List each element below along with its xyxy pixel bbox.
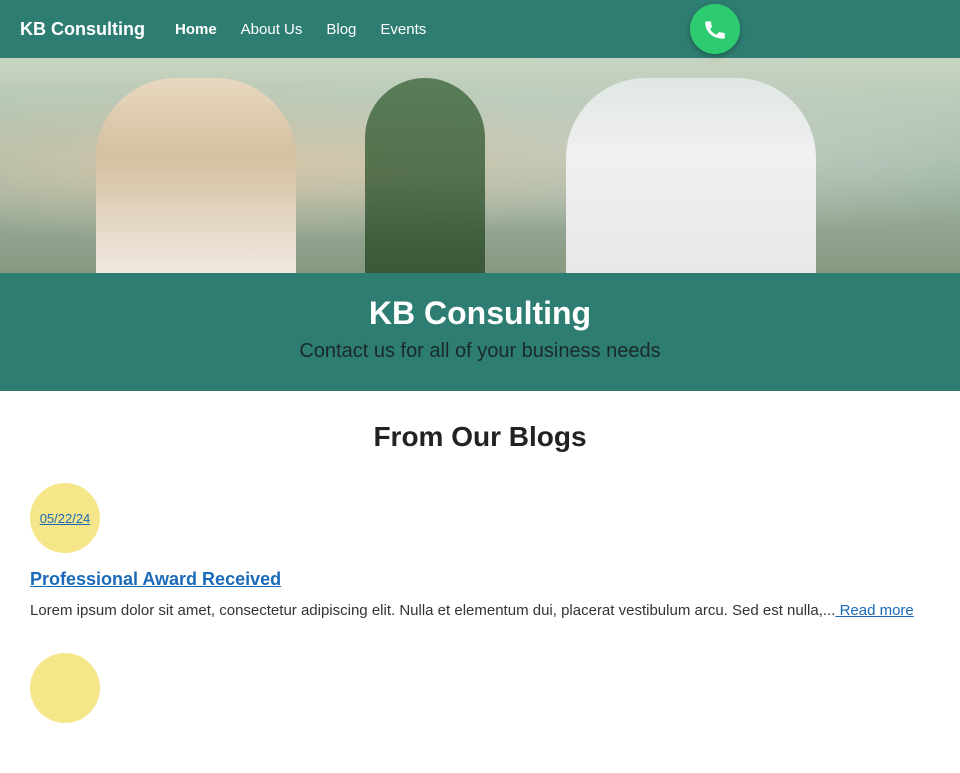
blog-section: From Our Blogs 05/22/24 Professional Awa… bbox=[0, 391, 960, 773]
blog-section-title: From Our Blogs bbox=[30, 421, 930, 453]
nav-link-home[interactable]: Home bbox=[175, 21, 217, 38]
nav-link-events[interactable]: Events bbox=[380, 21, 426, 38]
hero-title: KB Consulting bbox=[20, 295, 940, 332]
hero-plant bbox=[365, 78, 485, 273]
blog-date-link-1[interactable]: 05/22/24 bbox=[40, 511, 91, 526]
blog-item-1: 05/22/24 Professional Award Received Lor… bbox=[30, 483, 930, 623]
hero-image bbox=[0, 58, 960, 273]
phone-button[interactable] bbox=[690, 4, 740, 54]
nav-brand: KB Consulting bbox=[20, 19, 145, 40]
hero-image-inner bbox=[0, 58, 960, 273]
blog-date-bubble-2 bbox=[30, 653, 100, 723]
phone-icon bbox=[702, 16, 728, 42]
hero-subtitle: Contact us for all of your business need… bbox=[20, 340, 940, 363]
blog-date-bubble-1: 05/22/24 bbox=[30, 483, 100, 553]
blog-read-more-1[interactable]: Read more bbox=[835, 602, 913, 619]
hero-person-left bbox=[96, 78, 296, 273]
hero-text-block: KB Consulting Contact us for all of your… bbox=[0, 273, 960, 391]
nav-link-blog[interactable]: Blog bbox=[326, 21, 356, 38]
hero-person-right bbox=[566, 78, 816, 273]
nav-links: Home About Us Blog Events bbox=[175, 21, 426, 38]
hero-section: KB Consulting Contact us for all of your… bbox=[0, 58, 960, 391]
blog-post-excerpt-1: Lorem ipsum dolor sit amet, consectetur … bbox=[30, 600, 930, 623]
navbar: KB Consulting Home About Us Blog Events bbox=[0, 0, 960, 58]
blog-post-title-1[interactable]: Professional Award Received bbox=[30, 569, 281, 590]
nav-link-about[interactable]: About Us bbox=[241, 21, 303, 38]
blog-item-2 bbox=[30, 653, 930, 723]
